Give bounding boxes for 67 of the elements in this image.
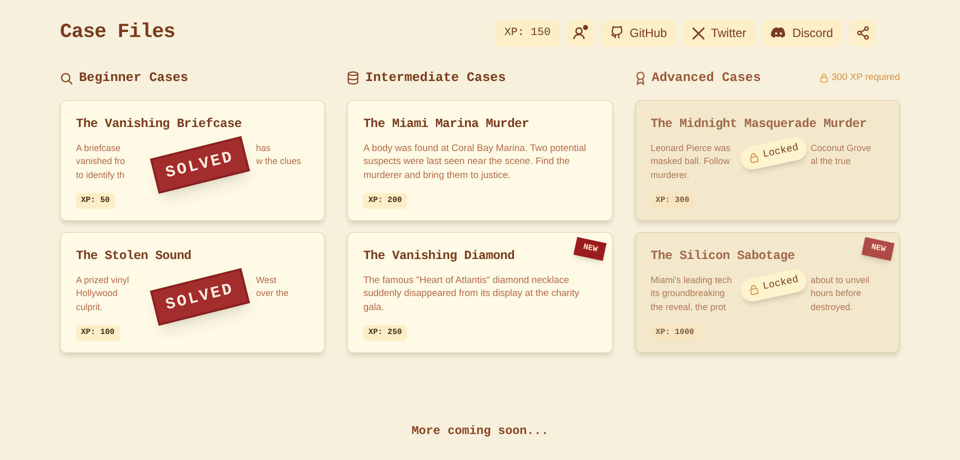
xp-tag: XP: 100 xyxy=(76,324,120,341)
new-ribbon: NEW xyxy=(574,237,608,261)
case-description-fragment: about to unveil xyxy=(810,274,870,287)
page-title: Case Files xyxy=(60,20,176,46)
section-heading: Intermediate Cases xyxy=(365,69,506,88)
case-description-fragment: murderer. xyxy=(650,168,690,182)
case-description-fragment: A prized vinyl xyxy=(76,274,130,287)
xp-tag: XP: 1000 xyxy=(650,324,700,341)
social-link[interactable]: Discord xyxy=(762,20,842,46)
case-title: The Silicon Sabotage xyxy=(650,248,795,265)
xp-tag: XP: 300 xyxy=(650,192,694,209)
share-button[interactable] xyxy=(849,20,876,46)
profile-button[interactable] xyxy=(566,20,594,46)
case-card[interactable]: The Vanishing Briefcase A briefcase has vanished fro w the clues to identify th XP: 50 SOLVED xyxy=(60,100,326,221)
case-description-fragment: to identify th xyxy=(76,168,125,182)
new-ribbon: NEW xyxy=(861,237,895,261)
case-description-fragment: Miami's leading tech xyxy=(650,274,732,287)
case-description: The famous "Heart of Atlantis" diamond necklace suddenly disappeared from its display at the charity gala. xyxy=(363,274,580,314)
lock-icon xyxy=(818,73,828,83)
case-description-fragment: has xyxy=(256,142,271,155)
github-icon xyxy=(610,26,624,40)
xp-tag: XP: 50 xyxy=(76,192,115,209)
case-card[interactable]: The Vanishing Diamond The famous "Heart of Atlantis" diamond necklace suddenly disappeared from its display at the charity gala. XP: 250 NEW xyxy=(347,232,613,353)
xp-tag: XP: 200 xyxy=(363,192,407,209)
case-description-fragment: Hollywood xyxy=(76,287,118,300)
lock-icon xyxy=(747,151,760,164)
gamepad-icon xyxy=(771,27,786,39)
case-title: The Miami Marina Murder xyxy=(363,116,529,133)
x-logo-icon xyxy=(692,26,705,40)
case-description-fragment: vanished fro xyxy=(76,155,126,168)
case-description-fragment: masked ball. Follow xyxy=(650,155,730,168)
case-title: The Midnight Masquerade Murder xyxy=(650,116,867,133)
case-card[interactable]: The Miami Marina Murder A body was found at Coral Bay Marina. Two potential suspects were last seen near the scene. Find the murderer and bring them to justice. XP: 200 xyxy=(347,100,613,221)
case-description-fragment: al the true xyxy=(810,155,851,168)
share-icon xyxy=(856,26,870,40)
lock-icon xyxy=(747,283,760,296)
section-heading: Beginner Cases xyxy=(79,69,188,88)
social-link[interactable]: GitHub xyxy=(600,20,676,46)
locked-badge: Locked xyxy=(738,267,808,304)
case-description-fragment: the reveal, the prot xyxy=(650,300,726,314)
case-description-fragment: its groundbreaking xyxy=(650,287,725,300)
case-description-fragment: Leonard Pierce was xyxy=(650,142,730,155)
xp-counter: XP: 150 xyxy=(495,20,560,46)
xp-tag: XP: 250 xyxy=(363,324,407,341)
case-description-fragment: A briefcase xyxy=(76,142,121,155)
coming-soon-text: More coming soon... xyxy=(412,423,548,440)
case-card[interactable]: The Stolen Sound A prized vinyl West Hollywood over the culprit. XP: 100 SOLVED xyxy=(60,232,326,353)
case-description-fragment: hours before xyxy=(810,287,862,300)
social-link[interactable]: Twitter xyxy=(682,20,756,46)
solved-stamp: SOLVED xyxy=(150,136,250,194)
solved-stamp: SOLVED xyxy=(150,268,250,326)
medal-icon xyxy=(634,71,646,85)
case-description-fragment: Coconut Grove xyxy=(810,142,872,155)
locked-badge: Locked xyxy=(738,135,808,172)
case-description: A body was found at Coral Bay Marina. Two potential suspects were last seen near the scene. Find the murderer and bring them to justice. xyxy=(363,142,588,182)
search-icon xyxy=(60,72,73,84)
case-description-fragment: w the clues xyxy=(256,155,302,168)
case-description-fragment: over the xyxy=(256,287,289,300)
case-title: The Vanishing Diamond xyxy=(363,248,515,265)
database-icon xyxy=(347,71,360,85)
case-description-fragment: West xyxy=(256,274,276,287)
case-description-fragment: culprit. xyxy=(76,300,103,314)
section-heading: Advanced Cases xyxy=(652,69,761,88)
case-title: The Vanishing Briefcase xyxy=(76,116,242,133)
xp-requirement: 300 XP required xyxy=(832,70,900,85)
case-description-fragment: destroyed. xyxy=(810,300,853,314)
case-title: The Stolen Sound xyxy=(76,248,192,265)
